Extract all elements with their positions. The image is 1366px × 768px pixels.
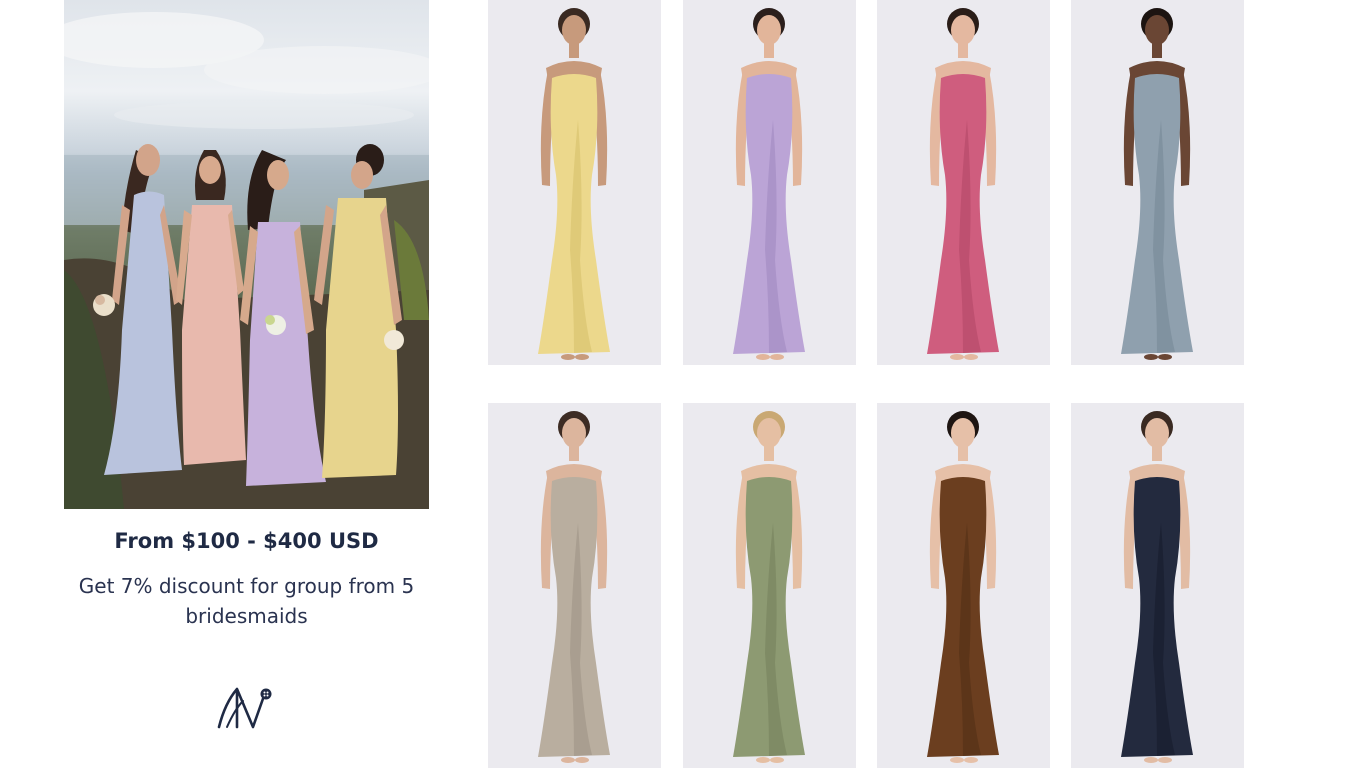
product-card[interactable]: [1071, 403, 1244, 768]
hero-bridesmaids-photo: [64, 0, 429, 509]
model-head: [1145, 15, 1169, 45]
brand-monogram-icon: [217, 687, 272, 729]
model-head: [951, 418, 975, 448]
model-head: [562, 15, 586, 45]
product-card[interactable]: [877, 0, 1050, 365]
model-head: [757, 418, 781, 448]
product-image: [538, 8, 610, 360]
product-image: [1121, 411, 1193, 763]
hero-illustration: [64, 12, 429, 509]
product-image: [733, 8, 805, 360]
product-card[interactable]: [683, 0, 856, 365]
product-card[interactable]: [488, 403, 661, 768]
price-range: From $100 - $400 USD: [114, 529, 379, 553]
product-card[interactable]: [683, 403, 856, 768]
model-head: [951, 15, 975, 45]
product-image: [927, 411, 999, 763]
model-head: [562, 418, 586, 448]
model-head: [757, 15, 781, 45]
product-card[interactable]: [1071, 0, 1244, 365]
model-head: [1145, 418, 1169, 448]
product-card[interactable]: [877, 403, 1050, 768]
product-image: [927, 8, 999, 360]
product-image: [538, 411, 610, 763]
group-discount-text: Get 7% discount for group from 5 bridesm…: [78, 574, 415, 628]
brand-logo[interactable]: [215, 683, 277, 731]
product-image: [733, 411, 805, 763]
product-image: [1121, 8, 1193, 360]
product-card[interactable]: [488, 0, 661, 365]
